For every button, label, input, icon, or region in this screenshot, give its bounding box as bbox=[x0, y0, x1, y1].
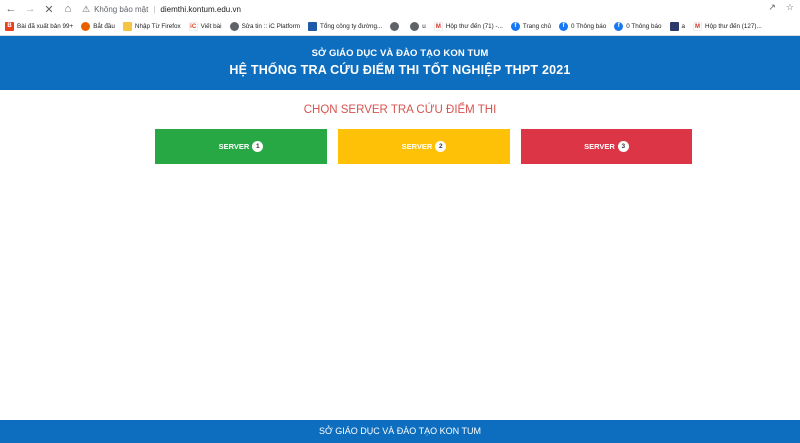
home-icon[interactable]: ⌂ bbox=[60, 1, 76, 17]
folder-icon bbox=[122, 22, 132, 31]
bookmark-label: 0 Thông báo bbox=[626, 23, 662, 30]
address-bar-row: ← → ✕ ⌂ ⚠ Không bảo mật | diemthi.kontum… bbox=[0, 0, 800, 18]
address-bar-actions: ↗ ☆ bbox=[768, 2, 794, 13]
server-3-label: SERVER bbox=[584, 142, 615, 151]
bookmark-item[interactable]: f0 Thông báo bbox=[559, 22, 606, 31]
bookmark-label: u bbox=[422, 23, 426, 30]
bookmark-item[interactable]: Nhập Từ Firefox bbox=[122, 22, 181, 31]
globe-icon bbox=[229, 22, 239, 31]
security-label: Không bảo mật bbox=[94, 4, 149, 14]
globe-icon bbox=[390, 22, 400, 31]
bookmark-label: Bài đã xuất bản 99+ bbox=[17, 23, 74, 30]
bookmark-item[interactable]: iC Viết bài bbox=[188, 22, 222, 31]
bookmark-item[interactable]: M Hộp thư đến (71) -... bbox=[433, 22, 503, 31]
server-1-label: SERVER bbox=[218, 142, 250, 151]
gmail-icon: M bbox=[433, 22, 443, 31]
server-3-button[interactable]: SERVER 3 bbox=[521, 129, 692, 164]
bookmark-item[interactable]: Tổng công ty đường... bbox=[308, 22, 382, 31]
facebook-icon: f bbox=[559, 22, 569, 31]
url-text[interactable]: diemthi.kontum.edu.vn bbox=[160, 5, 241, 14]
header-system-title: HỆ THỐNG TRA CỨU ĐIỂM THI TỐT NGHIỆP THP… bbox=[229, 63, 571, 77]
facebook-icon: f bbox=[510, 22, 520, 31]
gmail-icon: M bbox=[693, 22, 703, 31]
blogger-icon: B bbox=[5, 22, 14, 31]
server-3-number-badge: 3 bbox=[617, 141, 629, 152]
choose-server-title: CHỌN SERVER TRA CỨU ĐIỂM THI bbox=[303, 104, 497, 116]
site-header: SỞ GIÁO DỤC VÀ ĐÀO TẠO KON TUM HỆ THỐNG … bbox=[0, 36, 800, 90]
server-2-label: SERVER bbox=[401, 142, 433, 151]
server-2-number-badge: 2 bbox=[435, 141, 447, 152]
bookmark-page-icon bbox=[669, 22, 679, 31]
star-icon[interactable]: ☆ bbox=[786, 2, 794, 13]
bookmark-item[interactable]: Sửa tin :: iC Platform bbox=[229, 22, 301, 31]
bookmark-label: Bắt đầu bbox=[93, 23, 115, 30]
globe-icon bbox=[410, 22, 420, 31]
bookmark-label: Sửa tin :: iC Platform bbox=[241, 23, 301, 30]
bookmark-item[interactable]: f Trang chủ bbox=[510, 22, 552, 31]
bookmark-item[interactable]: a bbox=[669, 22, 686, 31]
server-2-button[interactable]: SERVER 2 bbox=[338, 129, 510, 164]
server-1-number-badge: 1 bbox=[252, 141, 264, 152]
bookmark-label: Viết bài bbox=[200, 23, 222, 30]
site-footer: SỞ GIÁO DỤC VÀ ĐÀO TẠO KON TUM bbox=[0, 420, 800, 443]
bookmark-label: a bbox=[681, 23, 686, 30]
bookmark-label: Hộp thư đến (71) -... bbox=[445, 23, 503, 30]
bookmark-label: Nhập Từ Firefox bbox=[134, 23, 181, 30]
bookmarks-bar: B Bài đã xuất bản 99+ Bắt đầu Nhập Từ Firef… bbox=[0, 18, 800, 36]
stop-loading-icon[interactable]: ✕ bbox=[41, 1, 57, 17]
bookmark-item[interactable]: Bắt đầu bbox=[81, 22, 115, 31]
bookmark-label: Tổng công ty đường... bbox=[320, 23, 383, 30]
header-department: SỞ GIÁO DỤC VÀ ĐÀO TẠO KON TUM bbox=[311, 48, 489, 59]
firefox-icon bbox=[81, 22, 91, 31]
omnibox[interactable]: ⚠ Không bảo mật | diemthi.kontum.edu.vn bbox=[82, 1, 241, 17]
bookmark-item[interactable] bbox=[390, 22, 402, 31]
forward-arrow-icon[interactable]: → bbox=[22, 1, 38, 17]
ic-logo-icon: iC bbox=[188, 22, 198, 31]
bookmark-item[interactable]: M Hộp thư đến (127)... bbox=[693, 22, 762, 31]
back-arrow-icon[interactable]: ← bbox=[3, 1, 19, 17]
server-1-button[interactable]: SERVER 1 bbox=[155, 129, 327, 164]
bookmark-item[interactable]: f0 Thông báo bbox=[614, 22, 662, 31]
bookmark-item[interactable]: u bbox=[410, 22, 426, 31]
warning-triangle-icon[interactable]: ⚠ bbox=[82, 4, 90, 15]
bookmark-label: Hộp thư đến (127)... bbox=[705, 23, 762, 30]
bookmark-label: Trang chủ bbox=[522, 23, 552, 30]
facebook-icon: f bbox=[614, 22, 624, 31]
company-logo-icon bbox=[308, 22, 318, 31]
browser-chrome: ← → ✕ ⌂ ⚠ Không bảo mật | diemthi.kontum… bbox=[0, 0, 800, 36]
omnibox-separator: | bbox=[153, 4, 156, 14]
share-icon[interactable]: ↗ bbox=[768, 2, 776, 13]
bookmark-item[interactable]: B Bài đã xuất bản 99+ bbox=[5, 22, 73, 31]
bookmark-label: 0 Thông báo bbox=[571, 23, 607, 30]
